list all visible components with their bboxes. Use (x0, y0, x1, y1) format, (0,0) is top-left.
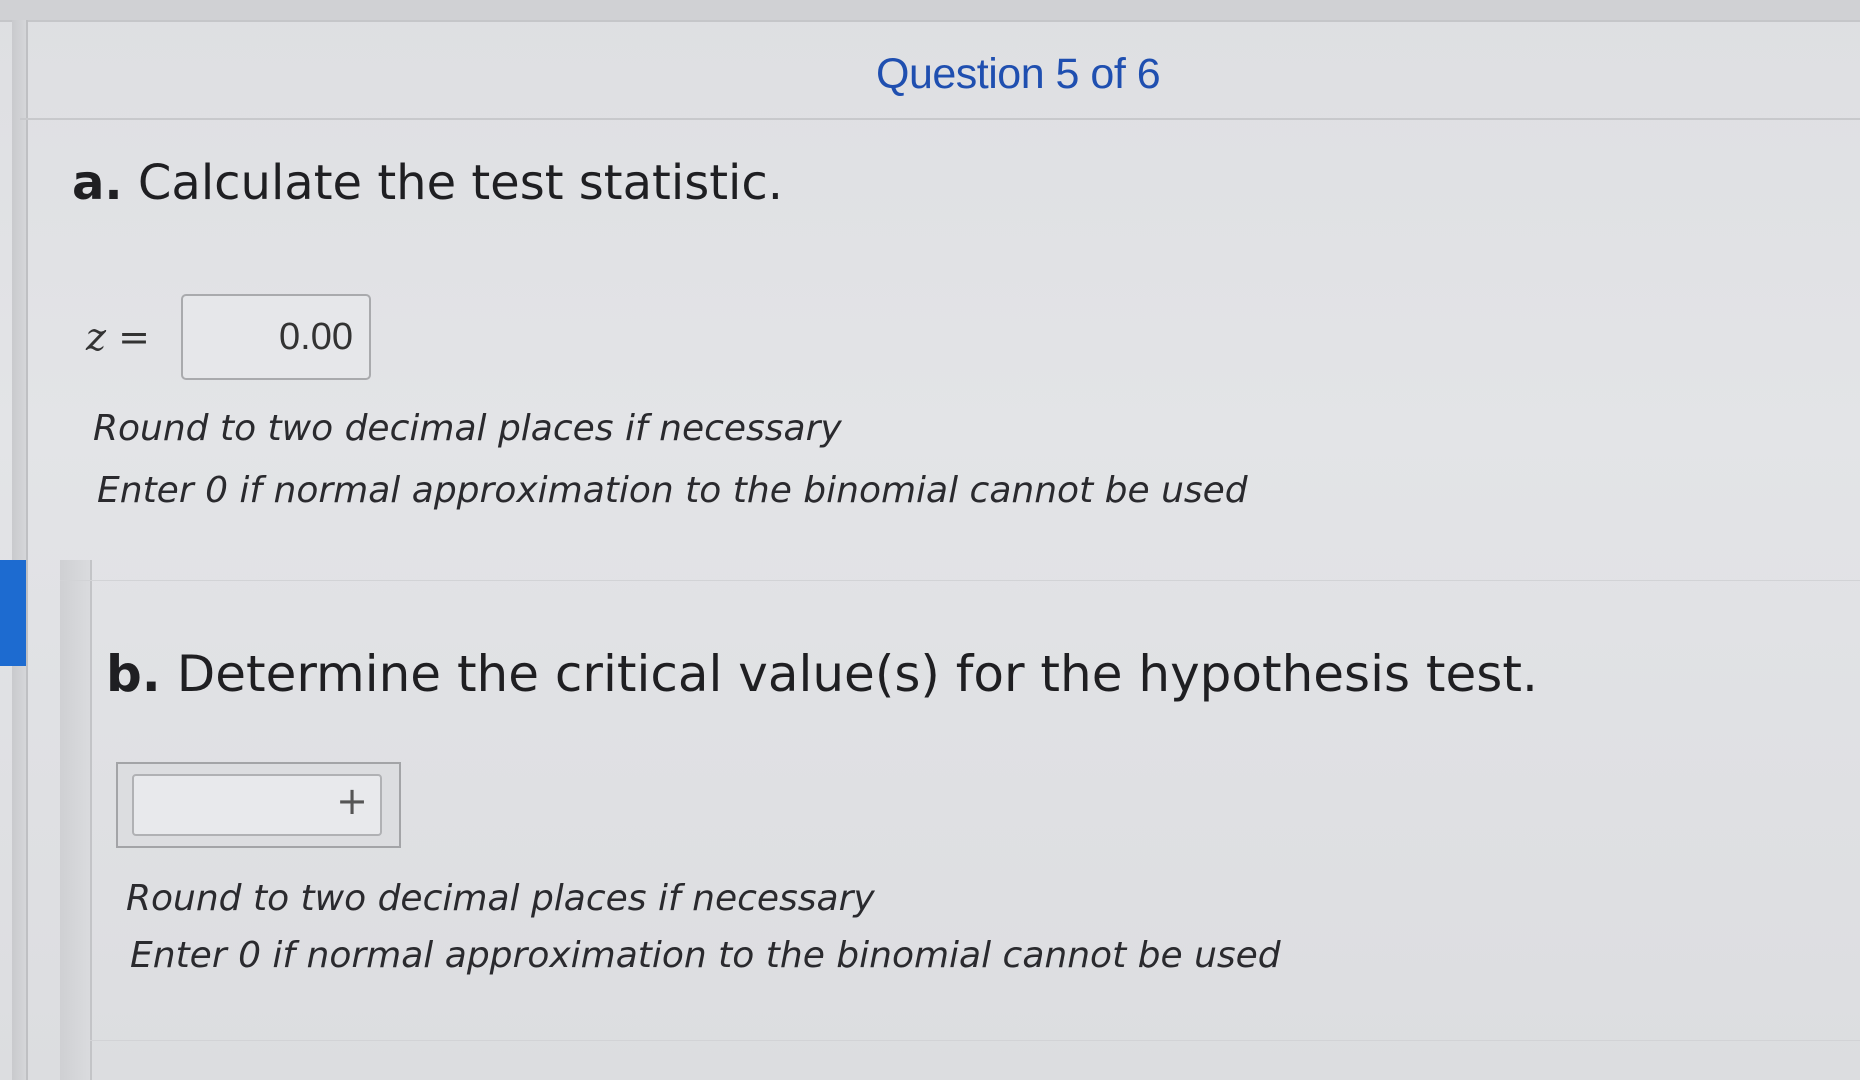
part-a-zero-hint: Enter 0 if normal approximation to the b… (97, 470, 1248, 511)
part-a-prompt: Calculate the test statistic. (137, 155, 784, 211)
part-a-letter: a. (72, 155, 123, 211)
question-progress-title: Question 5 of 6 (876, 50, 1161, 98)
screen: Question 5 of 6 a. Calculate the test st… (0, 0, 1860, 1080)
critical-value-input[interactable]: + (132, 774, 382, 836)
critical-value-container: + (116, 762, 401, 848)
part-b-round-hint: Round to two decimal places if necessary (126, 878, 875, 919)
top-strip (0, 0, 1860, 22)
test-statistic-value: 0.00 (279, 316, 353, 358)
part-b-prompt: Determine the critical value(s) for the … (176, 645, 1538, 703)
part-b-letter: b. (106, 645, 161, 703)
content-panel-edge (60, 560, 92, 1080)
part-a-heading: a. Calculate the test statistic. (72, 155, 783, 211)
z-variable-label: z = (86, 315, 150, 359)
left-panel-edge (12, 20, 28, 1080)
add-value-icon[interactable]: + (336, 782, 368, 820)
active-question-indicator (0, 560, 26, 666)
part-b-heading: b. Determine the critical value(s) for t… (106, 645, 1538, 703)
bottom-divider (90, 1040, 1860, 1041)
header-divider (20, 118, 1860, 120)
section-divider (60, 580, 1860, 581)
part-b-zero-hint: Enter 0 if normal approximation to the b… (130, 935, 1281, 976)
test-statistic-input[interactable]: 0.00 (181, 294, 371, 380)
part-a-round-hint: Round to two decimal places if necessary (93, 408, 842, 449)
